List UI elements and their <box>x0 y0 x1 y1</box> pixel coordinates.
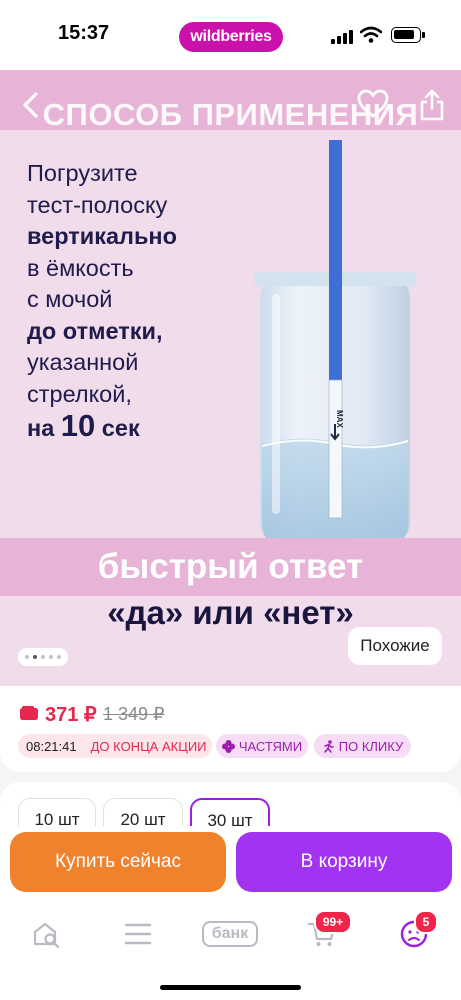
add-to-cart-button[interactable]: В корзину <box>236 832 452 892</box>
profile-badge: 5 <box>414 910 438 934</box>
one-click-chip[interactable]: ПО КЛИКУ <box>314 734 411 758</box>
instruction-line: указанной <box>27 349 139 375</box>
instruction-line: до отметки, <box>27 317 163 344</box>
battery-icon <box>391 27 425 43</box>
back-arrow-icon[interactable] <box>16 90 46 120</box>
instruction-line: на 10 сек <box>27 408 140 443</box>
promo-timer: 08:21:41 <box>26 738 77 754</box>
instruction-line: Погрузите <box>27 160 138 186</box>
promo-timer-chip[interactable]: 08:21:41 ДО КОНЦА АКЦИИ <box>18 734 212 758</box>
carousel-indicator <box>18 648 68 666</box>
current-price: 371 ₽ <box>45 704 97 726</box>
image-title: СПОСОБ ПРИМЕНЕНИЯ <box>42 97 419 132</box>
home-indicator[interactable] <box>160 985 301 990</box>
nav-catalog[interactable] <box>116 912 160 956</box>
installments-label: ЧАСТЯМИ <box>238 738 303 754</box>
instruction-text: Погрузите тест-полоску вертикально в ёмк… <box>27 158 177 445</box>
installments-chip[interactable]: ЧАСТЯМИ <box>216 734 308 758</box>
carousel-dot <box>25 655 29 659</box>
promo-timer-label: ДО КОНЦА АКЦИИ <box>90 738 207 754</box>
old-price: 1 349 ₽ <box>103 704 165 724</box>
purchase-actions: Купить сейчас В корзину <box>0 826 461 900</box>
strip-max-label: MAX <box>335 410 344 428</box>
bank-icon: банк <box>202 921 258 947</box>
status-bar: 15:37 wildberries <box>0 0 461 70</box>
answer-title: быстрый ответ <box>97 547 364 586</box>
menu-icon <box>124 923 152 945</box>
carousel-dot <box>57 655 61 659</box>
carousel-dot <box>41 655 45 659</box>
nav-home[interactable] <box>24 912 68 956</box>
signal-icon <box>331 30 353 44</box>
instruction-line: вертикально <box>27 223 177 249</box>
wildberries-logo[interactable]: wildberries <box>179 22 283 52</box>
instruction-line: с мочой <box>27 286 113 312</box>
buy-now-button[interactable]: Купить сейчас <box>10 832 226 892</box>
instruction-line: стрелкой, <box>27 380 132 407</box>
status-time: 15:37 <box>58 22 110 44</box>
one-click-label: ПО КЛИКУ <box>338 738 404 754</box>
cart-badge: 99+ <box>314 910 352 934</box>
similar-button[interactable]: Похожие <box>348 627 442 665</box>
share-icon[interactable] <box>418 88 446 122</box>
nav-bank[interactable]: банк <box>202 912 258 956</box>
beaker-illustration: MAX <box>254 140 416 544</box>
heart-icon[interactable] <box>356 88 390 120</box>
wallet-icon <box>20 706 38 720</box>
product-image[interactable]: СПОСОБ ПРИМЕНЕНИЯ Погрузите тест-полоску… <box>0 70 461 686</box>
running-icon <box>324 739 334 753</box>
price-card: 371 ₽ 1 349 ₽ 08:21:41 ДО КОНЦА АКЦИИ ЧА… <box>0 686 461 772</box>
carousel-dot <box>33 655 37 659</box>
home-search-icon <box>33 922 60 949</box>
instruction-line: в ёмкость <box>27 254 134 281</box>
instruction-line: тест-полоску <box>27 191 168 218</box>
wifi-icon <box>360 26 382 43</box>
puzzle-icon <box>221 739 235 753</box>
carousel-dot <box>49 655 53 659</box>
